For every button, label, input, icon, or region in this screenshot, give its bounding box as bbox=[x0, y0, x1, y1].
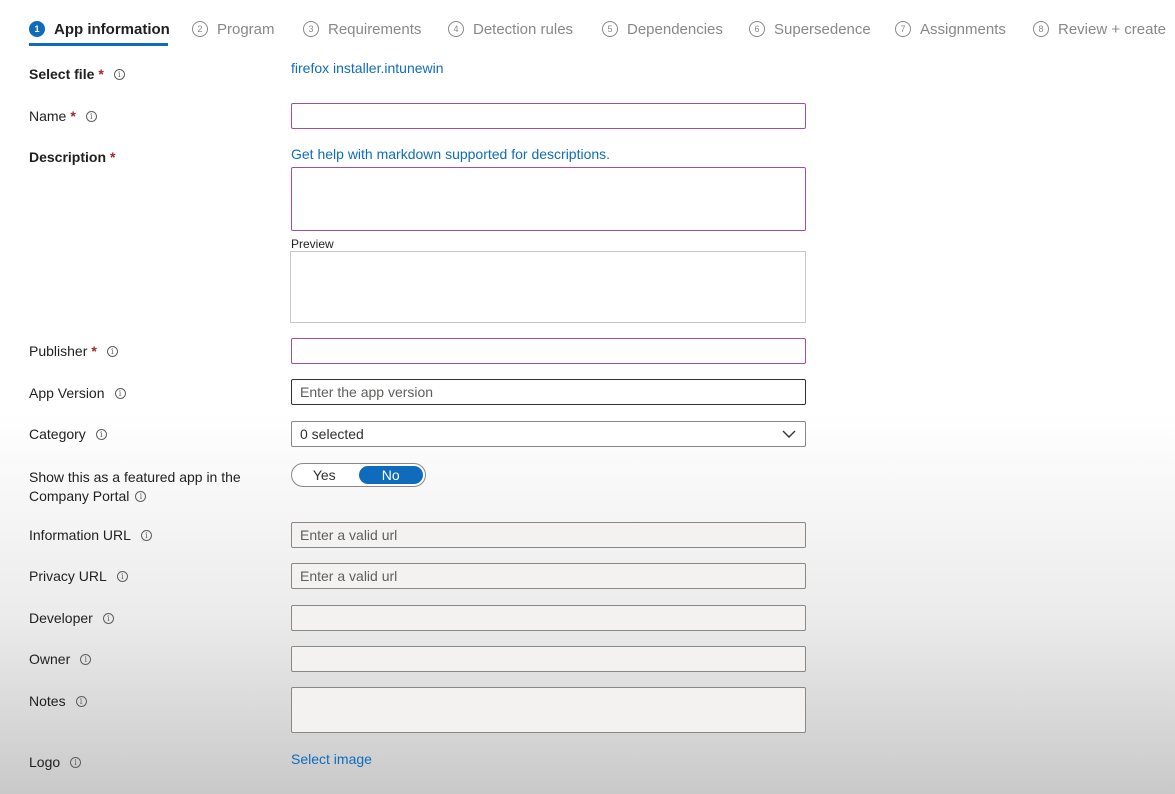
step-label: Dependencies bbox=[627, 20, 723, 38]
step-number-5: 5 bbox=[602, 21, 618, 37]
step-dependencies[interactable]: 5 Dependencies bbox=[602, 14, 723, 44]
info-circle-icon[interactable]: i bbox=[106, 345, 118, 357]
step-label: Requirements bbox=[328, 20, 422, 38]
privacy-url-input[interactable] bbox=[291, 563, 806, 589]
information-url-input[interactable] bbox=[291, 522, 806, 548]
step-label: Program bbox=[217, 20, 275, 38]
step-number-1: 1 bbox=[29, 21, 45, 37]
owner-input[interactable] bbox=[291, 646, 806, 672]
notes-textarea[interactable] bbox=[291, 687, 806, 733]
description-textarea[interactable] bbox=[291, 167, 806, 231]
step-requirements[interactable]: 3 Requirements bbox=[303, 14, 421, 44]
step-label: Supersedence bbox=[774, 20, 871, 38]
wizard-steps: 1 App information 2 Program 3 Requiremen… bbox=[0, 14, 1175, 46]
notes-label: Notes i bbox=[29, 693, 87, 709]
toggle-no[interactable]: No bbox=[358, 466, 423, 484]
featured-app-toggle[interactable]: Yes No bbox=[291, 463, 426, 487]
step-assignments[interactable]: 7 Assignments bbox=[895, 14, 1006, 44]
info-circle-icon[interactable]: i bbox=[116, 570, 128, 582]
step-label: Assignments bbox=[920, 20, 1006, 38]
step-number-2: 2 bbox=[192, 21, 208, 37]
step-review-create[interactable]: 8 Review + create bbox=[1033, 14, 1166, 44]
step-detection-rules[interactable]: 4 Detection rules bbox=[448, 14, 573, 44]
chevron-down-icon bbox=[782, 430, 796, 438]
step-number-8: 8 bbox=[1033, 21, 1049, 37]
category-value: 0 selected bbox=[300, 426, 364, 442]
step-number-7: 7 bbox=[895, 21, 911, 37]
step-label: Detection rules bbox=[473, 20, 574, 38]
info-circle-icon[interactable]: i bbox=[135, 491, 147, 502]
info-circle-icon[interactable]: i bbox=[85, 110, 97, 122]
info-circle-icon[interactable]: i bbox=[75, 695, 87, 707]
required-asterisk: * bbox=[91, 343, 97, 359]
privacy-url-label: Privacy URL i bbox=[29, 568, 128, 584]
info-circle-icon[interactable]: i bbox=[80, 653, 92, 665]
info-circle-icon[interactable]: i bbox=[70, 756, 82, 768]
name-input[interactable] bbox=[291, 103, 806, 129]
description-preview bbox=[290, 251, 806, 323]
step-number-4: 4 bbox=[448, 21, 464, 37]
required-asterisk: * bbox=[98, 66, 104, 82]
publisher-label: Publisher * i bbox=[29, 343, 118, 359]
selected-file-link[interactable]: firefox installer.intunewin bbox=[291, 60, 444, 76]
description-label: Description * bbox=[29, 149, 116, 165]
step-supersedence[interactable]: 6 Supersedence bbox=[749, 14, 871, 44]
required-asterisk: * bbox=[110, 149, 116, 165]
step-label: Review + create bbox=[1058, 20, 1166, 38]
developer-input[interactable] bbox=[291, 605, 806, 631]
info-circle-icon[interactable]: i bbox=[113, 68, 125, 80]
info-circle-icon[interactable]: i bbox=[114, 387, 126, 399]
step-program[interactable]: 2 Program bbox=[192, 14, 275, 44]
preview-label: Preview bbox=[291, 237, 334, 251]
app-version-label: App Version i bbox=[29, 385, 126, 401]
select-image-link[interactable]: Select image bbox=[291, 751, 372, 767]
category-dropdown[interactable]: 0 selected bbox=[291, 421, 806, 447]
developer-label: Developer i bbox=[29, 610, 114, 626]
toggle-yes[interactable]: Yes bbox=[292, 464, 357, 486]
required-asterisk: * bbox=[70, 108, 76, 124]
logo-label: Logo i bbox=[29, 754, 82, 770]
featured-app-label: Show this as a featured app in the Compa… bbox=[29, 469, 241, 504]
category-label: Category i bbox=[29, 426, 107, 442]
owner-label: Owner i bbox=[29, 651, 92, 667]
step-number-3: 3 bbox=[303, 21, 319, 37]
info-circle-icon[interactable]: i bbox=[102, 612, 114, 624]
information-url-label: Information URL i bbox=[29, 527, 152, 543]
step-app-information[interactable]: 1 App information bbox=[29, 14, 170, 44]
markdown-help-link[interactable]: Get help with markdown supported for des… bbox=[291, 146, 610, 162]
select-file-label: Select file * i bbox=[29, 66, 125, 82]
step-number-6: 6 bbox=[749, 21, 765, 37]
info-circle-icon[interactable]: i bbox=[140, 529, 152, 541]
info-circle-icon[interactable]: i bbox=[95, 428, 107, 440]
name-label: Name * i bbox=[29, 108, 97, 124]
step-label: App information bbox=[54, 20, 170, 38]
publisher-input[interactable] bbox=[291, 338, 806, 364]
active-step-underline bbox=[29, 43, 168, 46]
app-version-input[interactable] bbox=[291, 379, 806, 405]
